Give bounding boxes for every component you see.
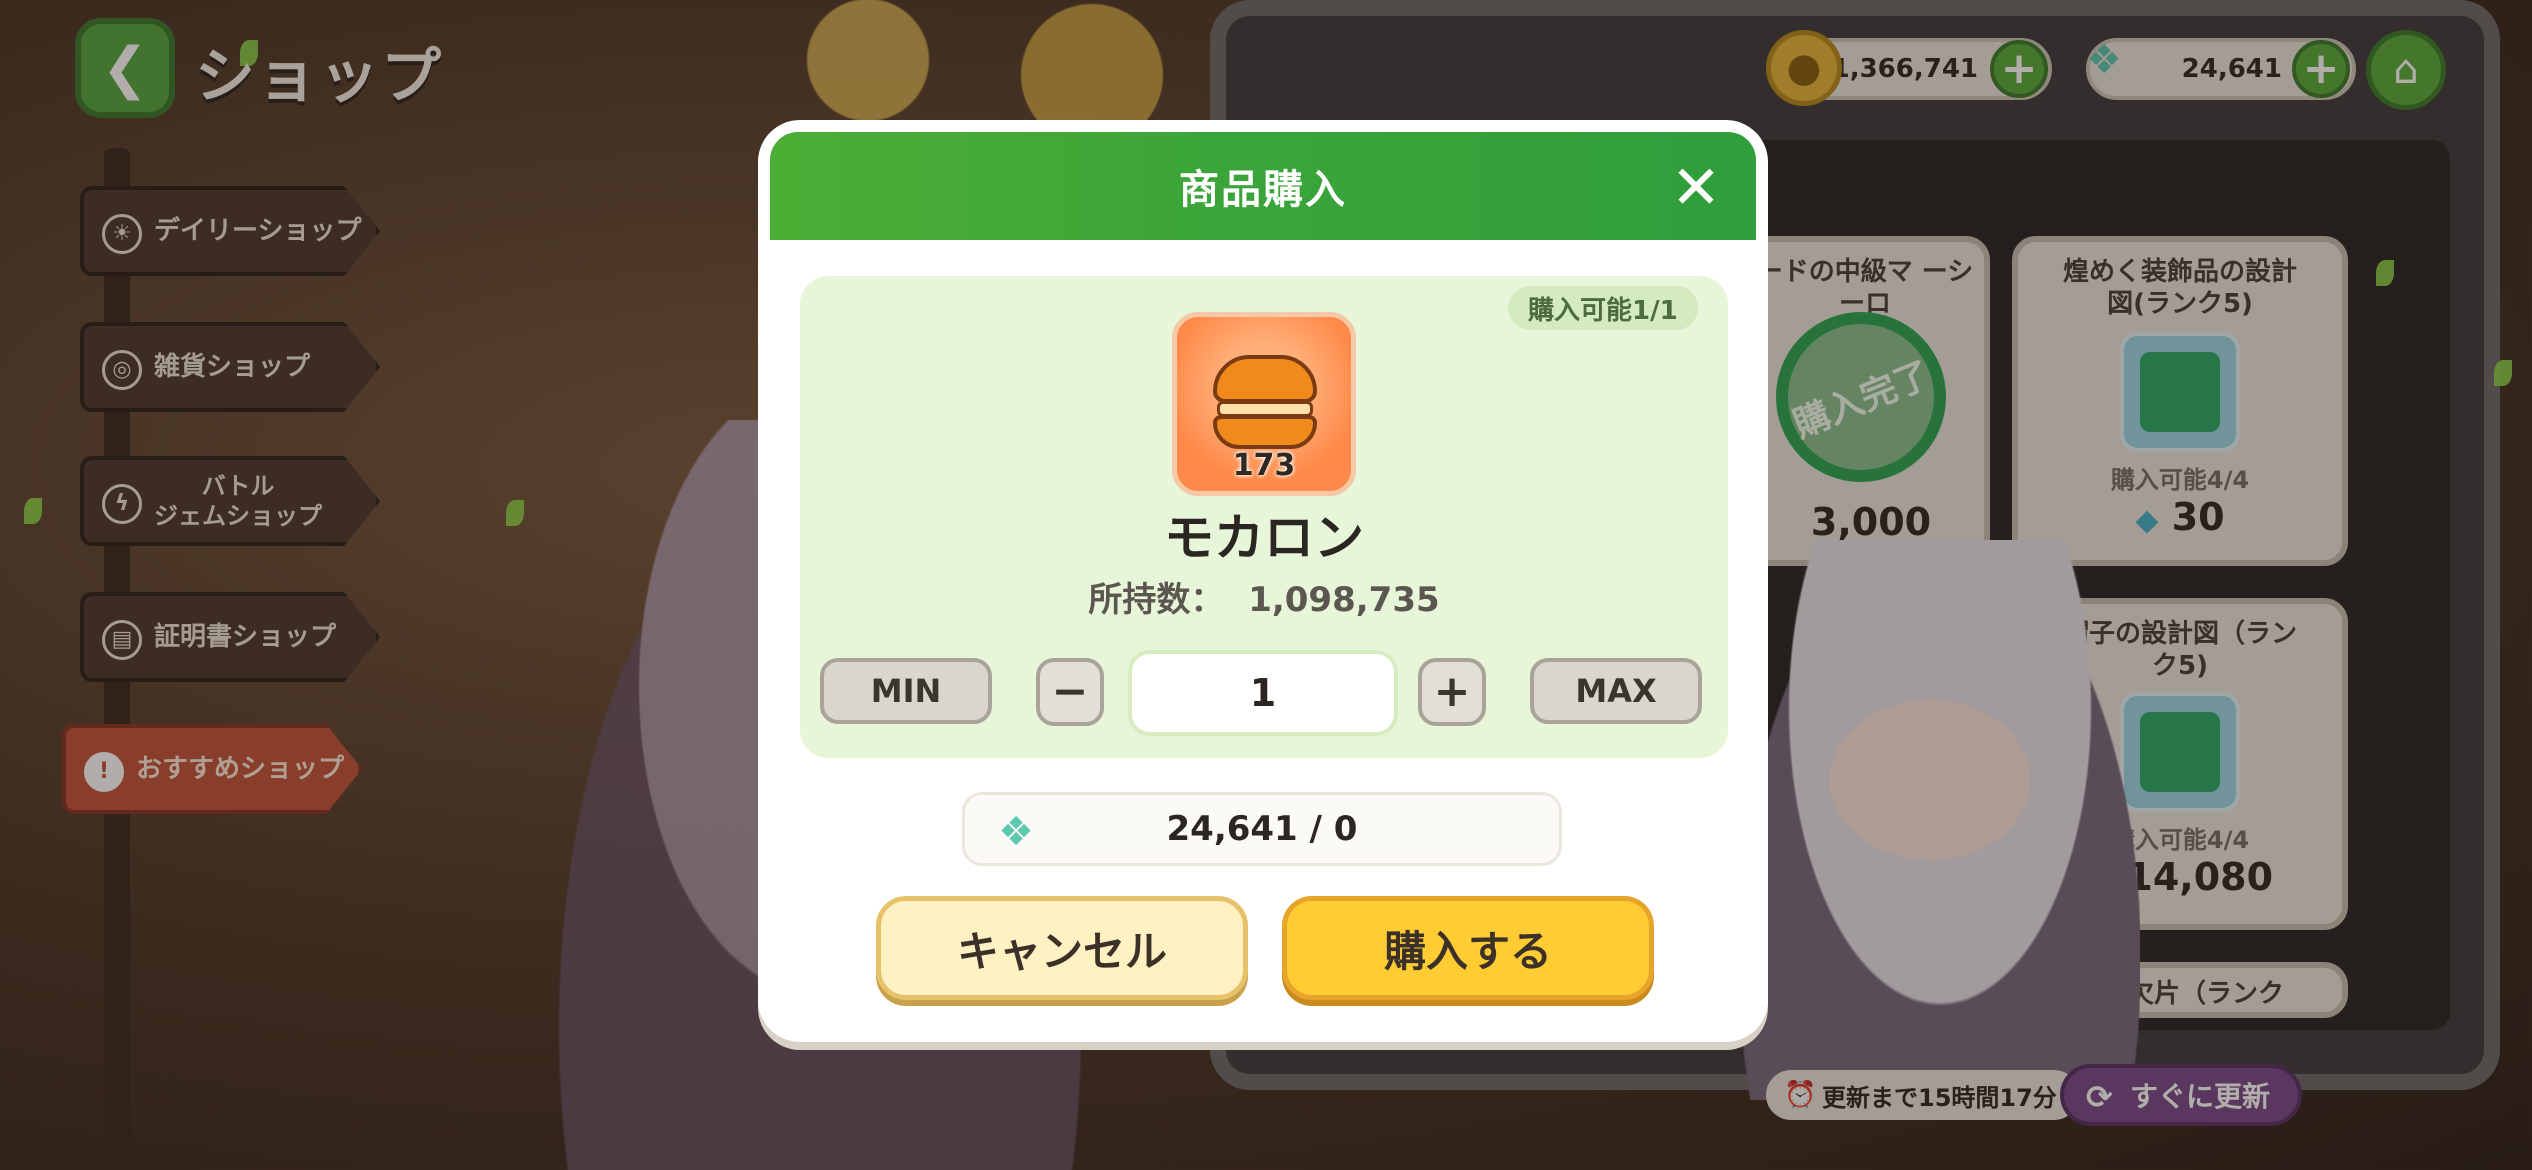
decrement-button[interactable]: − (1036, 658, 1104, 726)
buy-button[interactable]: 購入する (1282, 896, 1654, 1000)
min-button[interactable]: MIN (820, 658, 992, 724)
quantity-input[interactable]: 1 (1128, 650, 1398, 736)
owned-count: 所持数： 1,098,735 (800, 572, 1728, 621)
item-name: モカロン (1164, 509, 1364, 567)
plus-icon: + (1433, 666, 1471, 717)
item-count: 173 (1232, 448, 1296, 483)
cancel-button[interactable]: キャンセル (876, 896, 1248, 1000)
macaron-icon: 173 (1172, 312, 1356, 496)
owned-value: 1,098,735 (1248, 580, 1440, 620)
dialog-title: 商品購入 (1179, 167, 1347, 213)
cost-value: 24,641 / 0 (1166, 809, 1358, 849)
crystal-icon: ❖ (998, 809, 1034, 855)
cost-display: ❖ 24,641 / 0 (962, 792, 1562, 866)
close-button[interactable]: ✕ (1668, 153, 1724, 223)
purchase-limit-badge: 購入可能1/1 (1508, 286, 1698, 330)
minus-icon: − (1051, 666, 1089, 717)
close-icon: ✕ (1670, 153, 1722, 223)
increment-button[interactable]: + (1418, 658, 1486, 726)
max-button[interactable]: MAX (1530, 658, 1702, 724)
dialog-header: 商品購入 (770, 132, 1756, 240)
owned-label: 所持数： (1088, 580, 1225, 620)
